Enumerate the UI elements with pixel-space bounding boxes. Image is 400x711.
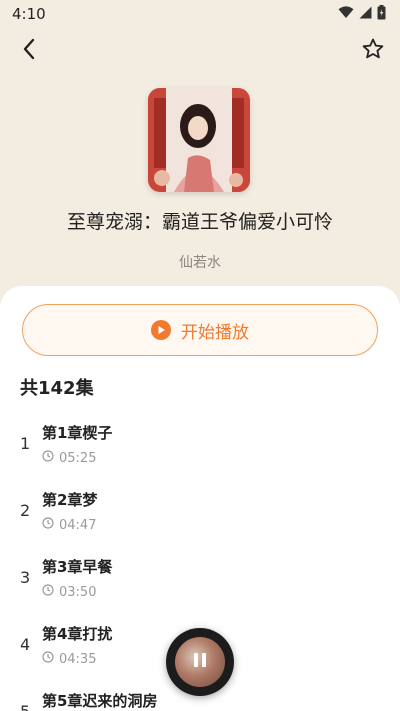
book-title: 至尊宠溺：霸道王爷偏爱小可怜 [66,211,333,233]
clock-icon [42,517,54,533]
battery-icon [377,4,386,24]
clock-icon [42,450,54,466]
episode-index: 2 [20,501,31,520]
episode-duration: 04:35 [42,651,96,667]
clock-icon [42,584,54,600]
chevron-left-icon [22,38,36,64]
episode-row[interactable]: 2 第2章梦 04:47 [0,477,400,544]
episode-duration: 03:50 [42,584,96,600]
start-play-label: 开始播放 [181,322,249,343]
back-button[interactable] [14,36,44,66]
book-author: 仙若水 [179,255,221,271]
episode-index: 5 [20,702,34,711]
episode-duration-text: 04:47 [59,517,97,533]
episode-title: 第4章打扰 [42,625,113,643]
wifi-icon [338,5,354,23]
top-bar [0,34,400,70]
episode-title: 第2章梦 [42,491,98,509]
clock-icon [42,651,54,667]
book-cover-image [148,88,250,192]
episode-duration-text: 04:35 [59,651,97,667]
favorite-button[interactable] [358,36,388,66]
floating-player-button[interactable] [166,628,234,696]
star-outline-icon [361,37,385,65]
episode-duration: 04:47 [42,517,96,533]
episode-row[interactable]: 3 第3章早餐 03:50 [0,544,400,611]
episode-duration-text: 03:50 [59,584,97,600]
player-cover-disc [175,637,225,687]
episode-index: 3 [20,568,31,587]
episode-duration-text: 05:25 [59,450,97,466]
status-bar: 4:10 [0,0,400,28]
episode-row[interactable]: 1 第1章楔子 05:25 [0,410,400,477]
episode-title: 第5章迟来的洞房 [42,692,158,710]
status-icons [338,4,386,24]
start-play-button[interactable]: 开始播放 [22,304,378,356]
episode-index: 1 [20,434,31,453]
play-circle-icon [151,320,171,340]
signal-icon [359,5,372,23]
episode-count: 共142集 [20,378,94,399]
episode-index: 4 [20,635,31,654]
episode-title: 第1章楔子 [42,424,113,442]
pause-icon [193,652,207,672]
status-time: 4:10 [12,5,46,23]
episode-title: 第3章早餐 [42,558,113,576]
episode-duration: 05:25 [42,450,96,466]
